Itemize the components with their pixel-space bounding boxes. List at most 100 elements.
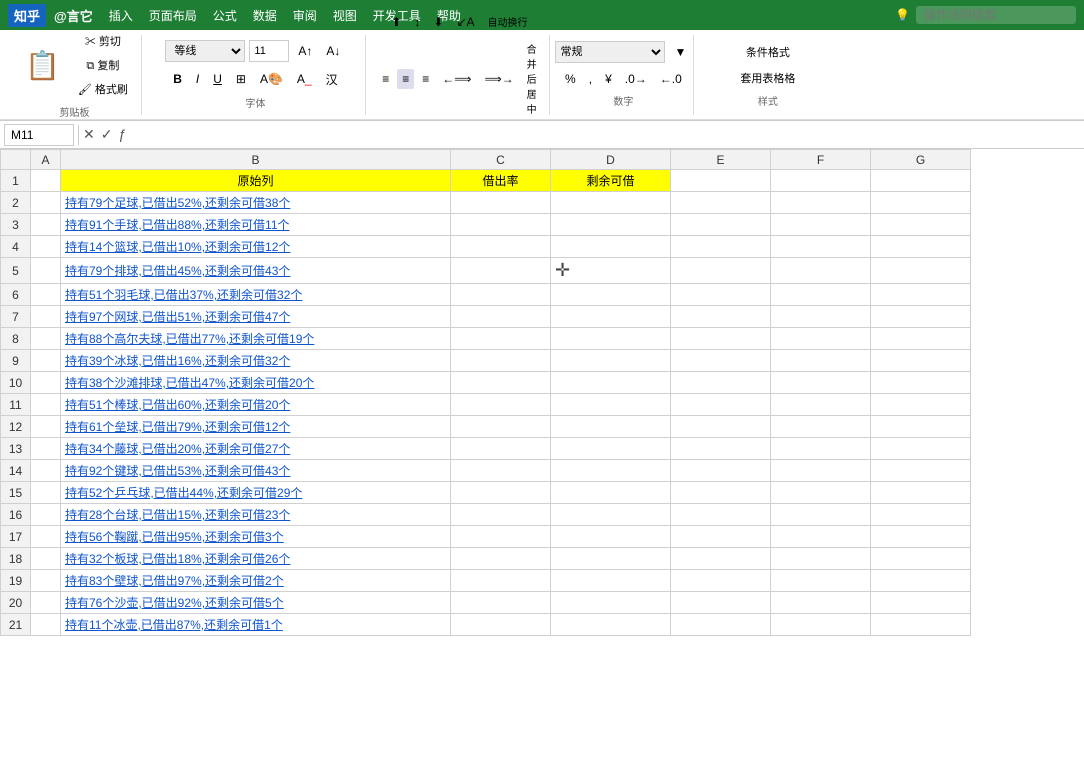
cell-C12[interactable] xyxy=(451,416,551,438)
cell-G11[interactable] xyxy=(871,394,971,416)
cell-D16[interactable] xyxy=(551,504,671,526)
cell-F17[interactable] xyxy=(771,526,871,548)
cell-B5[interactable]: 持有79个排球,已借出45%,还剩余可借43个 xyxy=(61,258,451,284)
merge-center-button[interactable]: 合并后居中 xyxy=(522,38,542,119)
row-header-6[interactable]: 6 xyxy=(1,284,31,306)
cell-G6[interactable] xyxy=(871,284,971,306)
cell-D9[interactable] xyxy=(551,350,671,372)
cell-E15[interactable] xyxy=(671,482,771,504)
cell-A9[interactable] xyxy=(31,350,61,372)
row-header-14[interactable]: 14 xyxy=(1,460,31,482)
row-header-15[interactable]: 15 xyxy=(1,482,31,504)
cell-D5[interactable]: ✛ xyxy=(551,258,671,284)
cell-D2[interactable] xyxy=(551,192,671,214)
cell-C17[interactable] xyxy=(451,526,551,548)
cell-B9[interactable]: 持有39个冰球,已借出16%,还剩余可借32个 xyxy=(61,350,451,372)
special-char-button[interactable]: 汉 xyxy=(321,68,343,91)
cell-E16[interactable] xyxy=(671,504,771,526)
nav-formula[interactable]: 公式 xyxy=(213,7,237,24)
cell-B16[interactable]: 持有28个台球,已借出15%,还剩余可借23个 xyxy=(61,504,451,526)
cell-A10[interactable] xyxy=(31,372,61,394)
align-top-button[interactable]: ⬆ xyxy=(386,12,406,32)
row-header-18[interactable]: 18 xyxy=(1,548,31,570)
cell-A1[interactable] xyxy=(31,170,61,192)
cell-F14[interactable] xyxy=(771,460,871,482)
col-header-F[interactable]: F xyxy=(771,150,871,170)
cell-A3[interactable] xyxy=(31,214,61,236)
row-header-4[interactable]: 4 xyxy=(1,236,31,258)
cell-F11[interactable] xyxy=(771,394,871,416)
confirm-formula-icon[interactable]: ✓ xyxy=(101,126,113,143)
cell-B10[interactable]: 持有38个沙滩排球,已借出47%,还剩余可借20个 xyxy=(61,372,451,394)
fill-color-button[interactable]: A🎨 xyxy=(255,69,288,89)
cell-G19[interactable] xyxy=(871,570,971,592)
row-header-19[interactable]: 19 xyxy=(1,570,31,592)
copy-button[interactable]: ⧉ 复制 xyxy=(73,54,133,76)
cell-C11[interactable] xyxy=(451,394,551,416)
cell-B14[interactable]: 持有92个键球,已借出53%,还剩余可借43个 xyxy=(61,460,451,482)
cell-A8[interactable] xyxy=(31,328,61,350)
row-header-11[interactable]: 11 xyxy=(1,394,31,416)
percent-button[interactable]: % xyxy=(560,69,581,89)
cell-B17[interactable]: 持有56个鞠蹴,已借出95%,还剩余可借3个 xyxy=(61,526,451,548)
cell-A19[interactable] xyxy=(31,570,61,592)
row-header-5[interactable]: 5 xyxy=(1,258,31,284)
cell-C14[interactable] xyxy=(451,460,551,482)
cell-F9[interactable] xyxy=(771,350,871,372)
cell-E14[interactable] xyxy=(671,460,771,482)
cell-E3[interactable] xyxy=(671,214,771,236)
formula-input[interactable] xyxy=(130,126,1080,144)
cell-B21[interactable]: 持有11个冰壶,已借出87%,还剩余可借1个 xyxy=(61,614,451,636)
cell-D15[interactable] xyxy=(551,482,671,504)
format-brush-button[interactable]: 🖌 格式刷 xyxy=(73,78,133,100)
nav-insert[interactable]: 插入 xyxy=(109,7,133,24)
cell-C16[interactable] xyxy=(451,504,551,526)
align-center-button[interactable]: ≡ xyxy=(397,69,414,89)
cell-A6[interactable] xyxy=(31,284,61,306)
cell-D12[interactable] xyxy=(551,416,671,438)
cell-E5[interactable] xyxy=(671,258,771,284)
cancel-formula-icon[interactable]: ✕ xyxy=(83,126,95,143)
cell-D13[interactable] xyxy=(551,438,671,460)
cell-G10[interactable] xyxy=(871,372,971,394)
number-format-expand[interactable]: ▼ xyxy=(669,42,691,62)
cell-E10[interactable] xyxy=(671,372,771,394)
cell-E6[interactable] xyxy=(671,284,771,306)
cell-F18[interactable] xyxy=(771,548,871,570)
cell-E11[interactable] xyxy=(671,394,771,416)
table-style-button[interactable]: 套用表格格 xyxy=(735,67,800,89)
cell-D3[interactable] xyxy=(551,214,671,236)
nav-view[interactable]: 视图 xyxy=(333,7,357,24)
cell-D8[interactable] xyxy=(551,328,671,350)
cell-B12[interactable]: 持有61个垒球,已借出79%,还剩余可借12个 xyxy=(61,416,451,438)
cell-E2[interactable] xyxy=(671,192,771,214)
cell-A16[interactable] xyxy=(31,504,61,526)
cell-C8[interactable] xyxy=(451,328,551,350)
row-header-7[interactable]: 7 xyxy=(1,306,31,328)
cell-B15[interactable]: 持有52个乒乓球,已借出44%,还剩余可借29个 xyxy=(61,482,451,504)
cell-B8[interactable]: 持有88个高尔夫球,已借出77%,还剩余可借19个 xyxy=(61,328,451,350)
cell-G4[interactable] xyxy=(871,236,971,258)
cell-B6[interactable]: 持有51个羽毛球,已借出37%,还剩余可借32个 xyxy=(61,284,451,306)
increase-font-button[interactable]: A↑ xyxy=(293,41,317,61)
cell-D18[interactable] xyxy=(551,548,671,570)
col-header-G[interactable]: G xyxy=(871,150,971,170)
cell-G15[interactable] xyxy=(871,482,971,504)
cell-C18[interactable] xyxy=(451,548,551,570)
cell-C3[interactable] xyxy=(451,214,551,236)
cell-F16[interactable] xyxy=(771,504,871,526)
cell-B2[interactable]: 持有79个足球,已借出52%,还剩余可借38个 xyxy=(61,192,451,214)
cell-E17[interactable] xyxy=(671,526,771,548)
cell-A18[interactable] xyxy=(31,548,61,570)
cell-B4[interactable]: 持有14个篮球,已借出10%,还剩余可借12个 xyxy=(61,236,451,258)
cell-A20[interactable] xyxy=(31,592,61,614)
cell-D19[interactable] xyxy=(551,570,671,592)
cell-reference-input[interactable] xyxy=(4,124,74,146)
align-right-button[interactable]: ≡ xyxy=(417,69,434,89)
align-left-button[interactable]: ≡ xyxy=(377,69,394,89)
cell-D7[interactable] xyxy=(551,306,671,328)
cell-C6[interactable] xyxy=(451,284,551,306)
col-header-C[interactable]: C xyxy=(451,150,551,170)
font-color-button[interactable]: A_ xyxy=(292,69,317,89)
cell-G2[interactable] xyxy=(871,192,971,214)
